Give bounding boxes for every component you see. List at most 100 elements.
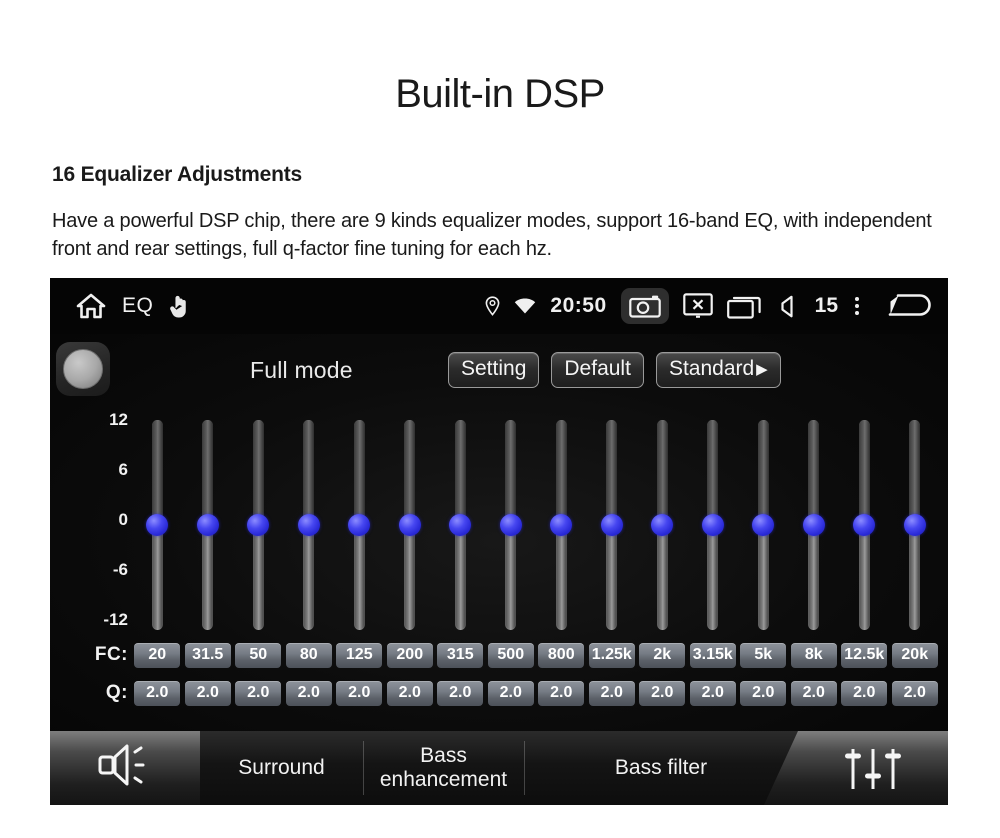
- q-cell-wrap: 2.0: [738, 680, 789, 706]
- tab-equalizer[interactable]: [764, 731, 948, 805]
- eq-band-slider[interactable]: [132, 406, 183, 638]
- eq-band-slider[interactable]: [839, 406, 890, 638]
- eq-slider-thumb[interactable]: [853, 514, 876, 536]
- fc-cell[interactable]: 315: [437, 642, 484, 668]
- fc-cell[interactable]: 125: [336, 642, 383, 668]
- db-tick-neg6: -6: [112, 560, 128, 579]
- recent-apps-icon[interactable]: [726, 294, 763, 319]
- back-arrow-icon[interactable]: [876, 292, 934, 320]
- fc-cell[interactable]: 5k: [740, 642, 787, 668]
- q-cell[interactable]: 2.0: [790, 680, 837, 706]
- q-cell-wrap: 2.0: [132, 680, 183, 706]
- wifi-icon: [514, 298, 536, 315]
- eq-app-body: Full mode Setting Default Standard ▶ 12 …: [50, 334, 948, 805]
- fc-cell[interactable]: 50: [235, 642, 282, 668]
- fc-cell[interactable]: 20k: [891, 642, 938, 668]
- eq-slider-thumb[interactable]: [398, 514, 421, 536]
- eq-slider-thumb[interactable]: [348, 514, 371, 536]
- fc-cell[interactable]: 3.15k: [689, 642, 736, 668]
- section-body-text: Have a powerful DSP chip, there are 9 ki…: [52, 210, 932, 261]
- q-cell[interactable]: 2.0: [437, 680, 484, 706]
- q-cell[interactable]: 2.0: [689, 680, 736, 706]
- eq-slider-thumb[interactable]: [903, 514, 926, 536]
- q-cell[interactable]: 2.0: [386, 680, 433, 706]
- eq-slider-thumb[interactable]: [600, 514, 623, 536]
- q-cell[interactable]: 2.0: [538, 680, 585, 706]
- eq-slider-thumb[interactable]: [701, 514, 724, 536]
- q-cell[interactable]: 2.0: [235, 680, 282, 706]
- eq-band-slider[interactable]: [284, 406, 335, 638]
- eq-band-slider[interactable]: [637, 406, 688, 638]
- eq-band-slider[interactable]: [587, 406, 638, 638]
- fc-cell[interactable]: 2k: [639, 642, 686, 668]
- hand-pointer-icon[interactable]: [169, 294, 189, 318]
- fc-cell[interactable]: 80: [285, 642, 332, 668]
- home-icon[interactable]: [76, 293, 106, 319]
- eq-band-slider[interactable]: [738, 406, 789, 638]
- eq-band-slider[interactable]: [536, 406, 587, 638]
- fc-cell-wrap: 8k: [789, 642, 840, 668]
- round-knob-button[interactable]: [56, 342, 110, 396]
- q-cell-wrap: 2.0: [789, 680, 840, 706]
- q-cell[interactable]: 2.0: [740, 680, 787, 706]
- fc-cell[interactable]: 500: [487, 642, 534, 668]
- eq-band-slider[interactable]: [334, 406, 385, 638]
- eq-band-slider[interactable]: [688, 406, 739, 638]
- eq-slider-thumb[interactable]: [499, 514, 522, 536]
- tab-bass-filter[interactable]: Bass filter: [524, 731, 798, 805]
- q-cell[interactable]: 2.0: [639, 680, 686, 706]
- eq-slider-thumb[interactable]: [196, 514, 219, 536]
- q-cell[interactable]: 2.0: [134, 680, 181, 706]
- fc-cell[interactable]: 200: [386, 642, 433, 668]
- eq-band-slider[interactable]: [890, 406, 941, 638]
- volume-icon[interactable]: [777, 295, 801, 318]
- q-cell[interactable]: 2.0: [588, 680, 635, 706]
- device-screenshot: EQ 20:50 15 Full mode Setting Default St…: [50, 278, 948, 805]
- eq-slider-thumb[interactable]: [802, 514, 825, 536]
- q-cell[interactable]: 2.0: [841, 680, 888, 706]
- fc-cell-wrap: 20: [132, 642, 183, 668]
- eq-band-slider[interactable]: [486, 406, 537, 638]
- screen-off-icon[interactable]: [682, 293, 713, 319]
- q-cell[interactable]: 2.0: [285, 680, 332, 706]
- eq-band-slider[interactable]: [385, 406, 436, 638]
- fc-cell[interactable]: 800: [538, 642, 585, 668]
- fc-cell[interactable]: 12.5k: [841, 642, 888, 668]
- tab-bass-enhancement[interactable]: Bass enhancement: [363, 731, 524, 805]
- tab-surround[interactable]: Surround: [200, 731, 363, 805]
- eq-slider-track-upper: [555, 420, 567, 525]
- three-dots-icon[interactable]: [852, 297, 862, 315]
- eq-slider-thumb[interactable]: [247, 514, 270, 536]
- q-cell[interactable]: 2.0: [487, 680, 534, 706]
- tab-speaker[interactable]: [50, 731, 234, 805]
- q-cell-wrap: 2.0: [688, 680, 739, 706]
- eq-slider-thumb[interactable]: [146, 514, 169, 536]
- fc-cell[interactable]: 1.25k: [588, 642, 635, 668]
- preset-selector-button[interactable]: Standard ▶: [655, 352, 781, 388]
- q-cell[interactable]: 2.0: [891, 680, 938, 706]
- eq-band-slider[interactable]: [435, 406, 486, 638]
- eq-band-slider[interactable]: [233, 406, 284, 638]
- fc-cell-wrap: 315: [435, 642, 486, 668]
- eq-band-slider[interactable]: [183, 406, 234, 638]
- q-cell[interactable]: 2.0: [184, 680, 231, 706]
- eq-slider-thumb[interactable]: [297, 514, 320, 536]
- setting-button[interactable]: Setting: [448, 352, 540, 388]
- q-cell-wrap: 2.0: [284, 680, 335, 706]
- preset-selector-label: Standard: [668, 357, 755, 381]
- eq-slider-thumb[interactable]: [651, 514, 674, 536]
- page-title: Built-in DSP: [395, 72, 605, 116]
- default-button[interactable]: Default: [551, 352, 644, 388]
- fc-row: FC: 20 31.5 50 80 125 200 315 500 800 1.25k 2k 3.15…: [95, 638, 948, 672]
- eq-slider-thumb[interactable]: [752, 514, 775, 536]
- q-cell[interactable]: 2.0: [336, 680, 383, 706]
- fc-cell[interactable]: 20: [134, 642, 181, 668]
- eq-band-slider[interactable]: [789, 406, 840, 638]
- fc-cell[interactable]: 31.5: [184, 642, 231, 668]
- camera-icon[interactable]: [620, 288, 669, 324]
- fc-cells: 20 31.5 50 80 125 200 315 500 800 1.25k 2k 3.15k 5k 8…: [132, 642, 940, 668]
- eq-slider-thumb[interactable]: [449, 514, 472, 536]
- eq-slider-thumb[interactable]: [550, 514, 573, 536]
- fc-cell-wrap: 50: [233, 642, 284, 668]
- fc-cell[interactable]: 8k: [790, 642, 837, 668]
